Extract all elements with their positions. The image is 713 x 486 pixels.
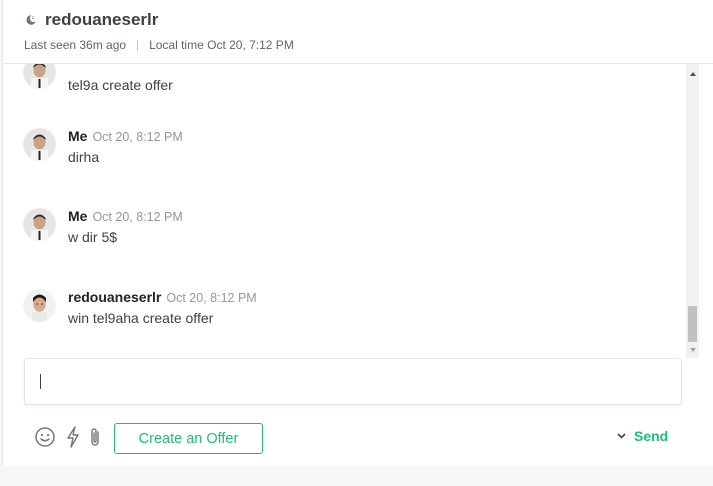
message-thread: tel9a create offer Me Oct 20, 8:12 PM di…: [3, 64, 686, 354]
message-header: [68, 64, 173, 72]
last-seen-text: Last seen 36m ago: [24, 38, 127, 52]
message-sender: Me: [68, 128, 88, 144]
scrollbar-thumb[interactable]: [688, 306, 697, 342]
header-meta: Last seen 36m ago Local time Oct 20, 7:1…: [24, 38, 294, 52]
svg-text:z: z: [32, 16, 35, 21]
message-body: Me Oct 20, 8:12 PM dirha: [68, 128, 183, 165]
scroll-up-arrow[interactable]: [686, 66, 699, 82]
text-caret: [40, 374, 41, 389]
chevron-down-icon[interactable]: [617, 433, 626, 439]
smiley-icon[interactable]: [33, 425, 57, 449]
conversation-header: z redouaneserlr Last seen 36m ago Local …: [3, 0, 713, 64]
avatar: [23, 64, 56, 89]
message-timestamp: Oct 20, 8:12 PM: [92, 210, 183, 224]
scroll-down-arrow[interactable]: [686, 342, 699, 358]
message-timestamp: Oct 20, 8:12 PM: [92, 130, 183, 144]
local-time-text: Local time Oct 20, 7:12 PM: [149, 38, 294, 52]
message-item: Me Oct 20, 8:12 PM dirha: [23, 128, 183, 165]
message-input[interactable]: [24, 358, 682, 405]
composer-toolbar: Create an Offer Send: [3, 420, 713, 460]
message-body: Me Oct 20, 8:12 PM w dir 5$: [68, 208, 183, 245]
create-offer-button[interactable]: Create an Offer: [114, 423, 263, 454]
avatar: [23, 289, 56, 322]
message-header: Me Oct 20, 8:12 PM: [68, 128, 183, 144]
thread-scrollbar[interactable]: [686, 64, 699, 358]
message-text: win tel9aha create offer: [68, 310, 214, 326]
message-body: redouaneserlr Oct 20, 8:12 PM win tel9ah…: [68, 289, 257, 326]
message-item: tel9a create offer: [23, 64, 173, 93]
message-text: w dir 5$: [68, 229, 118, 245]
moon-icon: z: [26, 15, 36, 25]
conversation-panel: z redouaneserlr Last seen 36m ago Local …: [2, 0, 713, 466]
send-control[interactable]: Send: [617, 428, 668, 444]
message-header: Me Oct 20, 8:12 PM: [68, 208, 183, 224]
paperclip-icon[interactable]: [83, 425, 107, 449]
send-button[interactable]: Send: [634, 428, 668, 444]
avatar: [23, 128, 56, 161]
message-sender: redouaneserlr: [68, 289, 162, 305]
message-item: Me Oct 20, 8:12 PM w dir 5$: [23, 208, 183, 245]
avatar: [23, 208, 56, 241]
message-text: dirha: [68, 149, 100, 165]
message-item: redouaneserlr Oct 20, 8:12 PM win tel9ah…: [23, 289, 257, 326]
header-name-row: z redouaneserlr: [25, 9, 158, 31]
lightning-icon[interactable]: [61, 425, 85, 449]
contact-username[interactable]: redouaneserlr: [45, 10, 158, 30]
meta-divider: [137, 39, 139, 51]
message-header: redouaneserlr Oct 20, 8:12 PM: [68, 289, 257, 305]
message-text: tel9a create offer: [68, 77, 173, 93]
message-timestamp: Oct 20, 8:12 PM: [166, 291, 257, 305]
message-body: tel9a create offer: [68, 64, 173, 93]
message-sender: Me: [68, 208, 88, 224]
